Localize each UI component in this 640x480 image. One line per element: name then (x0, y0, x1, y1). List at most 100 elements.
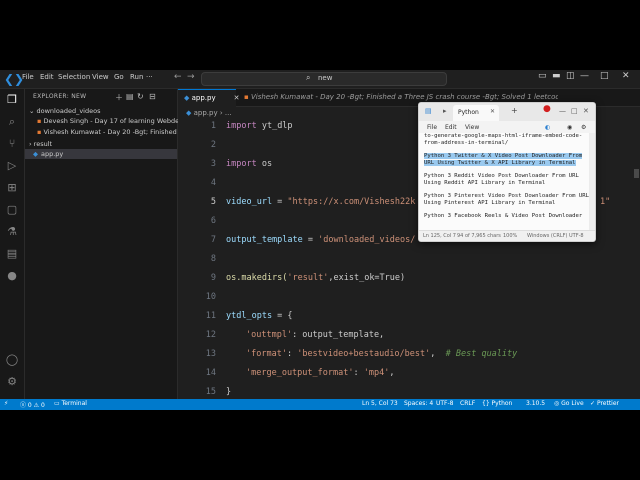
notepad-char-count: 94 of 7,965 chars (457, 233, 501, 239)
notepad-maximize-icon[interactable]: □ (571, 107, 578, 115)
line-number: 1 (210, 121, 216, 131)
end-of-line[interactable]: CRLF (460, 400, 475, 407)
breadcrumb-more[interactable]: ... (225, 109, 232, 117)
code-text: = { (272, 311, 293, 321)
code-text: : (286, 349, 298, 359)
new-tab-icon[interactable]: + (511, 106, 518, 115)
cursor-position[interactable]: Ln 5, Col 73 (362, 400, 398, 407)
notepad-menu-view[interactable]: View (465, 124, 479, 131)
notepad-settings-icon[interactable]: ⚙ (581, 124, 586, 131)
notepad-menu-file[interactable]: File (427, 124, 437, 131)
tree-folder-result[interactable]: › result (29, 140, 52, 148)
forward-arrow-icon[interactable]: → (187, 72, 195, 82)
refresh-icon[interactable]: ↻ (137, 92, 144, 101)
tree-file-app-py[interactable]: ◆ app.py (25, 149, 177, 159)
code-line[interactable]: video_url = "https://x.com/Vishesh22k (226, 197, 415, 207)
python-version[interactable]: 3.10.5 (526, 400, 545, 407)
account-badge-icon[interactable]: ● (5, 269, 19, 283)
notepad-menu-edit[interactable]: Edit (445, 124, 457, 131)
settings-gear-icon[interactable]: ⚙ (5, 375, 19, 389)
minimize-icon[interactable]: — (580, 71, 589, 81)
code-line[interactable]: } (226, 387, 231, 397)
more-menu-icon[interactable]: ··· (146, 73, 153, 81)
code-text: = (302, 235, 319, 245)
python-file-icon: ◆ (33, 150, 38, 158)
problems-indicator[interactable]: ⓧ 0 ⚠ 0 (20, 400, 45, 409)
menu-run[interactable]: Run (130, 73, 143, 81)
menu-selection[interactable]: Selection (58, 73, 90, 81)
notepad-scrollbar[interactable] (589, 133, 595, 230)
code-line[interactable]: import os (226, 159, 272, 169)
indentation[interactable]: Spaces: 4 (404, 400, 433, 407)
python-file-icon: ◆ (184, 94, 192, 102)
back-arrow-icon[interactable]: ← (174, 72, 182, 82)
code-line-tail: 1" (600, 197, 610, 207)
accounts-icon[interactable]: ◯ (5, 353, 19, 367)
copilot-icon[interactable]: ◐ (545, 124, 550, 131)
split-icon[interactable]: ◫ (566, 71, 575, 81)
code-line[interactable]: import yt_dlp (226, 121, 293, 131)
menu-go[interactable]: Go (114, 73, 124, 81)
code-text: : (353, 368, 364, 378)
terminal-button[interactable]: ▭ Terminal (54, 400, 87, 407)
explorer-icon[interactable]: ❐ (5, 93, 19, 107)
menu-edit[interactable]: Edit (40, 73, 54, 81)
layout-icon[interactable]: ▭ (538, 71, 547, 81)
command-center-search[interactable]: ⌕ new (201, 72, 447, 86)
code-line[interactable]: os.makedirs('result',exist_ok=True) (226, 273, 405, 283)
language-mode[interactable]: {} Python (482, 400, 512, 407)
text-line: Using Reddit API Library in Terminal (424, 180, 546, 186)
panel-icon[interactable]: ▬ (552, 71, 561, 81)
menu-file[interactable]: File (22, 73, 34, 81)
title-bar: ❮❯ File Edit Selection View Go Run ··· ←… (0, 70, 640, 89)
text-line: Python 3 Pinterest Video Post Downloader… (424, 193, 590, 199)
notepad-zoom[interactable]: 100% (503, 233, 517, 239)
language-label: Python (491, 400, 513, 407)
line-number: 9 (210, 273, 216, 283)
variable: ytdl_opts (226, 311, 273, 321)
tabs-menu-icon[interactable]: ▸ (443, 107, 447, 115)
extensions-icon[interactable]: ⊞ (5, 181, 19, 195)
scrollbar-thumb[interactable] (634, 169, 639, 178)
tree-file-video-2[interactable]: ▪ Vishesh Kumawat - Day 20 -Bgt; Finishe… (37, 128, 189, 136)
menu-view[interactable]: View (92, 73, 109, 81)
remote-icon[interactable]: ▢ (5, 203, 19, 217)
new-folder-icon[interactable]: ▤ (126, 92, 134, 101)
code-line[interactable]: ytdl_opts = { (226, 311, 293, 321)
notepad-tab[interactable]: Python ✕ (453, 105, 499, 121)
encoding[interactable]: UTF-8 (436, 400, 454, 407)
new-file-icon[interactable]: ＋ (115, 92, 123, 103)
tab-app-py[interactable]: ◆ app.py ✕ (178, 89, 239, 107)
preview-icon[interactable]: ▤ (5, 247, 19, 261)
maximize-icon[interactable]: □ (600, 71, 609, 81)
prettier-button[interactable]: ✓ Prettier (590, 400, 619, 407)
keyword: import (226, 159, 257, 169)
remote-indicator-icon[interactable]: ⚡ (4, 400, 8, 407)
close-icon[interactable]: ✕ (622, 71, 630, 81)
breadcrumb-file[interactable]: app.py (194, 109, 218, 117)
folder-label: result (33, 140, 53, 148)
notepad-encoding[interactable]: UTF-8 (569, 233, 584, 239)
code-line[interactable]: 'merge_output_format': 'mp4', (246, 368, 394, 378)
notepad-text-area[interactable]: to-generate-google-maps-html-iframe-embe… (419, 133, 594, 231)
collapse-all-icon[interactable]: ⊟ (149, 92, 156, 101)
tree-file-video-1[interactable]: ▪ Devesh Singh - Day 17 of learning Webd… (37, 117, 192, 125)
code-line[interactable]: 'format': 'bestvideo+bestaudio/best', # … (246, 349, 517, 359)
explorer-sidebar: EXPLORER: NEW ＋ ▤ ↻ ⊟ ⌄ downloaded_video… (25, 89, 192, 399)
run-debug-icon[interactable]: ▷ (5, 159, 19, 173)
code-line[interactable]: output_template = 'downloaded_videos/ (226, 235, 415, 245)
search-view-icon[interactable]: ⌕ (5, 115, 19, 129)
go-live-button[interactable]: ◎ Go Live (554, 400, 584, 407)
tree-folder-downloaded-videos[interactable]: ⌄ downloaded_videos (29, 107, 100, 115)
notepad-tab-close-icon[interactable]: ✕ (490, 108, 495, 115)
testing-icon[interactable]: ⚗ (5, 225, 19, 239)
source-control-icon[interactable]: ⑂ (5, 137, 19, 151)
vscode-logo-icon: ❮❯ (4, 72, 25, 86)
notepad-eol[interactable]: Windows (CRLF) (527, 233, 567, 239)
notepad-minimize-icon[interactable]: — (559, 107, 566, 115)
notepad-account-icon[interactable]: ◉ (567, 124, 572, 131)
file-label: Vishesh Kumawat - Day 20 -Bgt; Finished … (43, 128, 189, 136)
notepad-close-icon[interactable]: ✕ (583, 107, 589, 115)
text-line: Python 3 Facebook Reels & Video Post Dow… (424, 213, 583, 219)
code-line[interactable]: 'outtmpl': output_template, (246, 330, 384, 340)
